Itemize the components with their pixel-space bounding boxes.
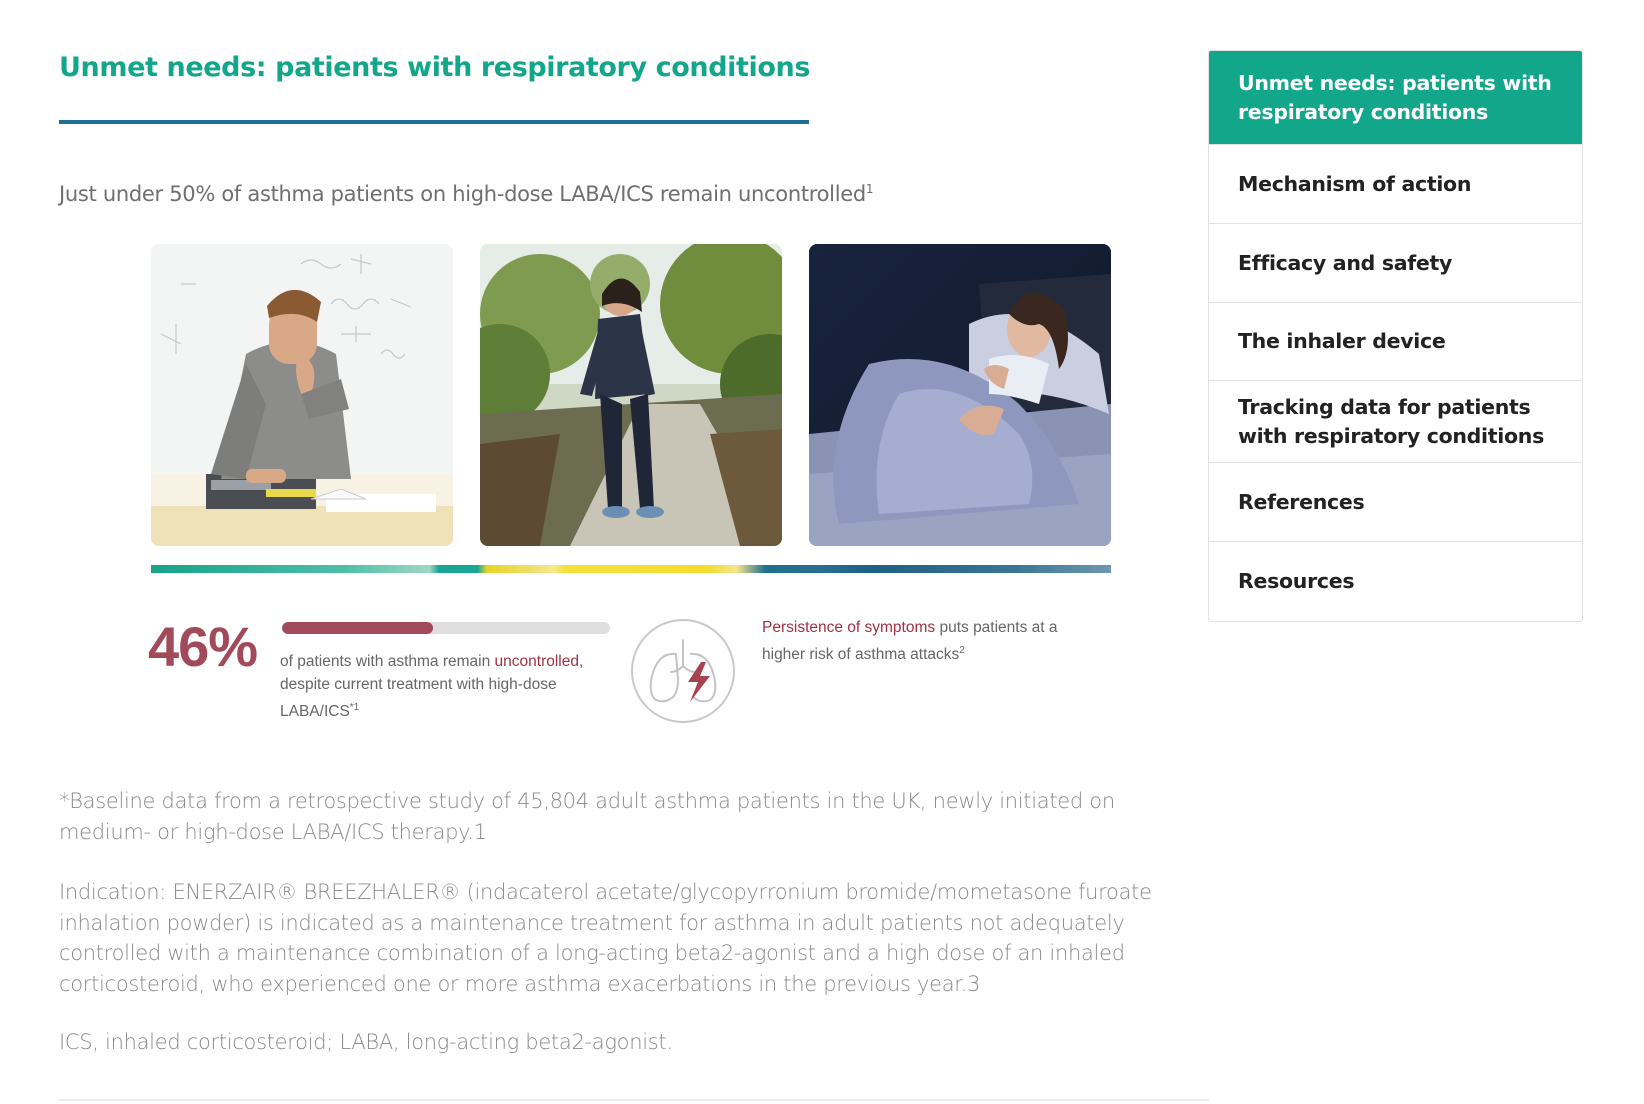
- section-nav: Unmet needs: patients with respiratory c…: [1208, 50, 1583, 622]
- photo-man-coughing: [151, 244, 453, 546]
- page-subtitle: Just under 50% of asthma patients on hig…: [59, 182, 874, 206]
- nav-item-inhaler-device[interactable]: The inhaler device: [1209, 303, 1582, 381]
- page-title: Unmet needs: patients with respiratory c…: [59, 52, 811, 83]
- risk-footnote: 2: [959, 645, 965, 656]
- nav-item-unmet-needs[interactable]: Unmet needs: patients with respiratory c…: [1209, 51, 1582, 145]
- photo-woman-running: [480, 244, 782, 546]
- bottom-divider: [59, 1099, 1209, 1101]
- nav-item-tracking-data[interactable]: Tracking data for patients with respirat…: [1209, 381, 1582, 463]
- nav-item-mechanism-of-action[interactable]: Mechanism of action: [1209, 145, 1582, 224]
- uncontrolled-description: of patients with asthma remain uncontrol…: [280, 650, 620, 723]
- photo-woman-in-bed: [809, 244, 1111, 546]
- baseline-note: *Baseline data from a retrospective stud…: [59, 789, 1115, 844]
- nav-item-references[interactable]: References: [1209, 463, 1582, 542]
- nav-item-resources[interactable]: Resources: [1209, 542, 1582, 621]
- risk-accent: Persistence of symptoms: [762, 619, 936, 636]
- nav-item-efficacy-and-safety[interactable]: Efficacy and safety: [1209, 224, 1582, 303]
- subtitle-footnote: 1: [865, 182, 874, 196]
- color-divider-band: [151, 565, 1111, 573]
- title-divider: [59, 120, 809, 124]
- uncontrolled-progress-bar: [282, 622, 610, 634]
- abbreviations-note: ICS, inhaled corticosteroid; LABA, long-…: [59, 1030, 673, 1054]
- indication-note: Indication: ENERZAIR® BREEZHALER® (indac…: [59, 880, 1152, 996]
- uncontrolled-percentage: 46%: [148, 615, 258, 678]
- lungs-lightning-icon: [630, 618, 736, 724]
- desc-footnote: *1: [349, 702, 360, 713]
- desc-accent-uncontrolled: uncontrolled: [494, 653, 579, 670]
- desc-text-before: of patients with asthma remain: [280, 653, 495, 670]
- uncontrolled-progress-fill: [282, 622, 433, 634]
- risk-statement: Persistence of symptoms puts patients at…: [762, 616, 1102, 666]
- subtitle-text: Just under 50% of asthma patients on hig…: [59, 182, 866, 206]
